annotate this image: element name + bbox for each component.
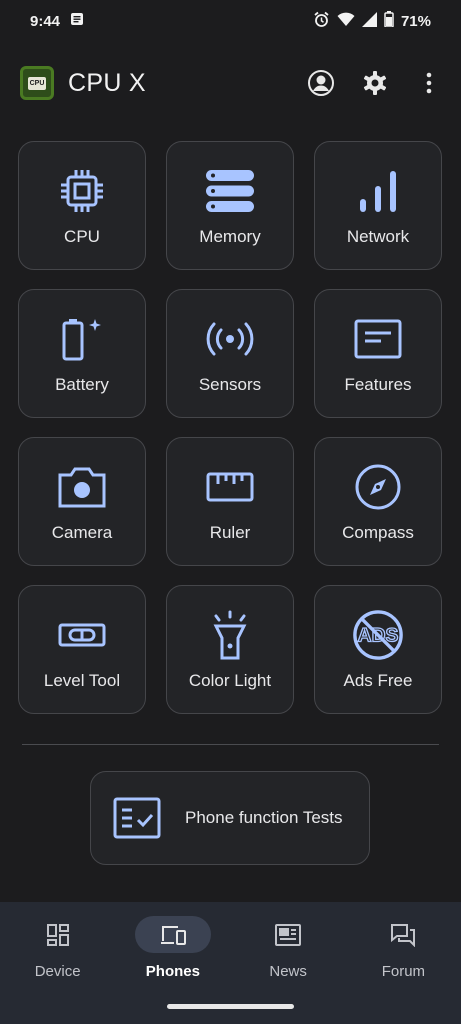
account-icon	[308, 70, 334, 96]
checklist-icon	[111, 792, 163, 844]
home-indicator[interactable]	[167, 1004, 294, 1009]
nav-label: Forum	[381, 963, 426, 980]
tile-label: Compass	[342, 522, 414, 542]
tile-compass[interactable]: Compass	[314, 437, 442, 566]
battery-status-icon	[384, 11, 394, 31]
app-logo: CPU	[20, 66, 54, 100]
settings-button[interactable]	[357, 65, 393, 101]
wifi-icon	[337, 12, 355, 31]
tile-ruler[interactable]: Ruler	[166, 437, 294, 566]
tile-ads-free[interactable]: ADS Ads Free	[314, 585, 442, 714]
tile-sensors[interactable]: Sensors	[166, 289, 294, 418]
tile-label: Network	[346, 226, 410, 246]
tile-label: Level Tool	[43, 670, 121, 690]
status-bar: 9:44 71%	[0, 0, 461, 42]
app-logo-text: CPU	[27, 76, 47, 90]
flashlight-icon	[204, 609, 256, 661]
compass-icon	[352, 461, 404, 513]
tile-label: Sensors	[198, 374, 262, 394]
alarm-icon	[313, 11, 330, 32]
tile-label: Ruler	[209, 522, 251, 542]
tile-features[interactable]: Features	[314, 289, 442, 418]
tile-color-light[interactable]: Color Light	[166, 585, 294, 714]
phone-function-tests-button[interactable]: Phone function Tests	[90, 771, 370, 865]
ads-blocked-icon: ADS	[352, 609, 404, 661]
features-icon	[352, 313, 404, 365]
nav-label: News	[269, 963, 307, 980]
more-vert-icon	[426, 72, 432, 94]
tile-label: Memory	[199, 226, 261, 246]
tile-label: Color Light	[188, 670, 272, 690]
sensors-icon	[204, 313, 256, 365]
battery-percent: 71%	[400, 12, 431, 30]
tile-label: Features	[344, 374, 412, 394]
battery-icon	[56, 313, 108, 365]
tile-memory[interactable]: Memory	[166, 141, 294, 270]
camera-icon	[56, 461, 108, 513]
chip-icon	[56, 165, 108, 217]
tile-camera[interactable]: Camera	[18, 437, 146, 566]
tile-battery[interactable]: Battery	[18, 289, 146, 418]
level-icon	[56, 609, 108, 661]
gear-icon	[363, 71, 387, 95]
app-title: CPU X	[68, 68, 146, 97]
ruler-icon	[204, 461, 256, 513]
forum-icon	[391, 923, 416, 947]
more-options-button[interactable]	[411, 65, 447, 101]
newspaper-icon	[275, 923, 302, 946]
status-time: 9:44	[30, 12, 61, 30]
memory-icon	[204, 165, 256, 217]
tile-label: Battery	[55, 374, 109, 394]
tile-cpu[interactable]: CPU	[18, 141, 146, 270]
tile-label: Ads Free	[343, 670, 413, 690]
signal-bars-icon	[352, 165, 404, 217]
nav-label: Phones	[145, 963, 200, 980]
nav-item-device[interactable]: Device	[0, 916, 115, 1024]
nav-label: Device	[34, 963, 81, 980]
dashboard-icon	[46, 923, 69, 946]
notification-icon	[70, 12, 84, 30]
tile-label: CPU	[64, 226, 100, 246]
cell-signal-icon	[361, 11, 377, 31]
tool-grid: CPU Memory Network Battery Sensors Featu…	[18, 141, 443, 714]
nav-item-forum[interactable]: Forum	[346, 916, 461, 1024]
tests-label: Phone function Tests	[185, 808, 343, 827]
tile-level-tool[interactable]: Level Tool	[18, 585, 146, 714]
account-button[interactable]	[303, 65, 339, 101]
divider	[22, 744, 439, 745]
app-bar: CPU CPU X	[0, 55, 461, 111]
tile-label: Camera	[51, 522, 113, 542]
tile-network[interactable]: Network	[314, 141, 442, 270]
devices-icon	[160, 925, 186, 945]
